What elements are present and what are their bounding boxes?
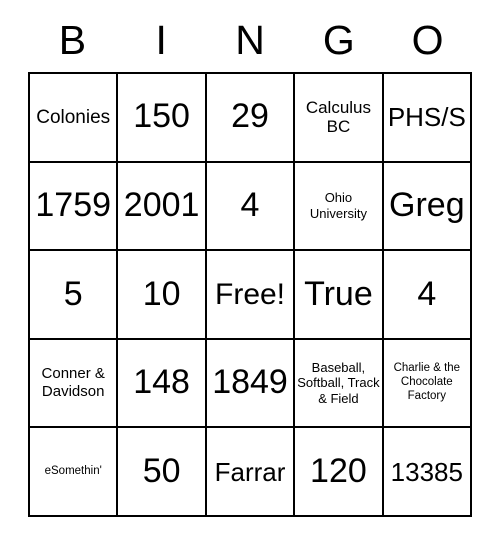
bingo-cell-text: 120 bbox=[310, 451, 367, 490]
bingo-cell[interactable]: 5 bbox=[30, 251, 119, 340]
bingo-cell-text: 29 bbox=[231, 97, 269, 136]
bingo-cell[interactable]: 120 bbox=[295, 428, 384, 517]
bingo-cell[interactable]: Ohio University bbox=[295, 162, 384, 252]
bingo-cell[interactable]: PHS/S bbox=[383, 74, 473, 163]
bingo-cell-text: eSomethin' bbox=[44, 464, 102, 477]
bingo-cell[interactable]: 10 bbox=[118, 251, 207, 340]
bingo-cell-text: Colonies bbox=[36, 106, 111, 128]
bingo-cell-text: 1759 bbox=[35, 186, 112, 225]
bingo-cell-text: PHS/S bbox=[387, 102, 466, 133]
bingo-cell-text: 13385 bbox=[390, 456, 463, 487]
bingo-cell-text: 4 bbox=[240, 186, 260, 225]
bingo-cell-text: 10 bbox=[142, 274, 181, 313]
bingo-cell-free-space[interactable]: Free! bbox=[206, 251, 296, 340]
bingo-cell-text: Free! bbox=[215, 277, 286, 311]
bingo-cell-text: 5 bbox=[63, 274, 83, 313]
bingo-cell[interactable]: Conner & Davidson bbox=[30, 339, 119, 429]
bingo-cell-text: 148 bbox=[133, 363, 190, 402]
bingo-grid: Colonies 150 29 Calculus BC PHS/S 1759 2… bbox=[28, 72, 473, 517]
bingo-cell-text: Baseball, Softball, Track & Field bbox=[297, 359, 380, 406]
bingo-cell-text: Ohio University bbox=[309, 190, 367, 221]
bingo-row: Colonies 150 29 Calculus BC PHS/S bbox=[30, 74, 473, 163]
bingo-cell[interactable]: True bbox=[295, 251, 384, 340]
bingo-row: eSomethin' 50 Farrar 120 13385 bbox=[30, 428, 473, 517]
bingo-cell[interactable]: 148 bbox=[118, 339, 207, 429]
bingo-header-letter-n: N bbox=[235, 16, 265, 63]
bingo-cell[interactable]: 4 bbox=[206, 162, 296, 252]
bingo-cell[interactable]: Greg bbox=[383, 162, 473, 252]
bingo-cell[interactable]: 150 bbox=[118, 74, 207, 163]
bingo-cell-text: Conner & Davidson bbox=[41, 365, 105, 401]
bingo-header-row: B I N G O bbox=[28, 8, 472, 72]
bingo-cell[interactable]: 29 bbox=[206, 74, 296, 163]
bingo-cell[interactable]: Farrar bbox=[206, 428, 296, 517]
bingo-row: 1759 2001 4 Ohio University Greg bbox=[30, 162, 473, 252]
bingo-cell-text: 4 bbox=[417, 274, 437, 313]
bingo-cell[interactable]: 1759 bbox=[30, 162, 119, 252]
bingo-cell-text: 1849 bbox=[212, 363, 288, 402]
bingo-cell[interactable]: Charlie & the Chocolate Factory bbox=[383, 339, 473, 429]
bingo-header-letter-g: G bbox=[322, 16, 355, 63]
bingo-cell[interactable]: Baseball, Softball, Track & Field bbox=[295, 339, 384, 429]
bingo-header-letter-i: I bbox=[155, 16, 167, 63]
bingo-cell[interactable]: eSomethin' bbox=[30, 428, 119, 517]
bingo-cell-text: 2001 bbox=[123, 186, 200, 225]
bingo-header-letter-o: O bbox=[411, 16, 444, 63]
bingo-cell-text: Greg bbox=[389, 186, 465, 225]
bingo-cell-text: 150 bbox=[133, 97, 190, 136]
bingo-cell[interactable]: 50 bbox=[118, 428, 207, 517]
bingo-cell[interactable]: 2001 bbox=[118, 162, 207, 252]
bingo-cell-text: 50 bbox=[142, 451, 181, 490]
bingo-cell-text: Calculus BC bbox=[305, 97, 372, 137]
bingo-cell-text: True bbox=[304, 274, 373, 313]
bingo-row: Conner & Davidson 148 1849 Baseball, Sof… bbox=[30, 339, 473, 429]
bingo-row: 5 10 Free! True 4 bbox=[30, 251, 473, 340]
bingo-header-letter-b: B bbox=[58, 16, 87, 63]
bingo-cell[interactable]: 13385 bbox=[383, 428, 473, 517]
bingo-cell[interactable]: 4 bbox=[383, 251, 473, 340]
bingo-card: B I N G O Colonies 150 29 Calculus BC PH… bbox=[28, 8, 473, 517]
bingo-cell[interactable]: Calculus BC bbox=[295, 74, 384, 163]
bingo-cell-text: Charlie & the Chocolate Factory bbox=[393, 362, 461, 402]
bingo-cell-text: Farrar bbox=[214, 456, 286, 487]
bingo-cell[interactable]: 1849 bbox=[206, 339, 296, 429]
bingo-cell[interactable]: Colonies bbox=[30, 74, 119, 163]
